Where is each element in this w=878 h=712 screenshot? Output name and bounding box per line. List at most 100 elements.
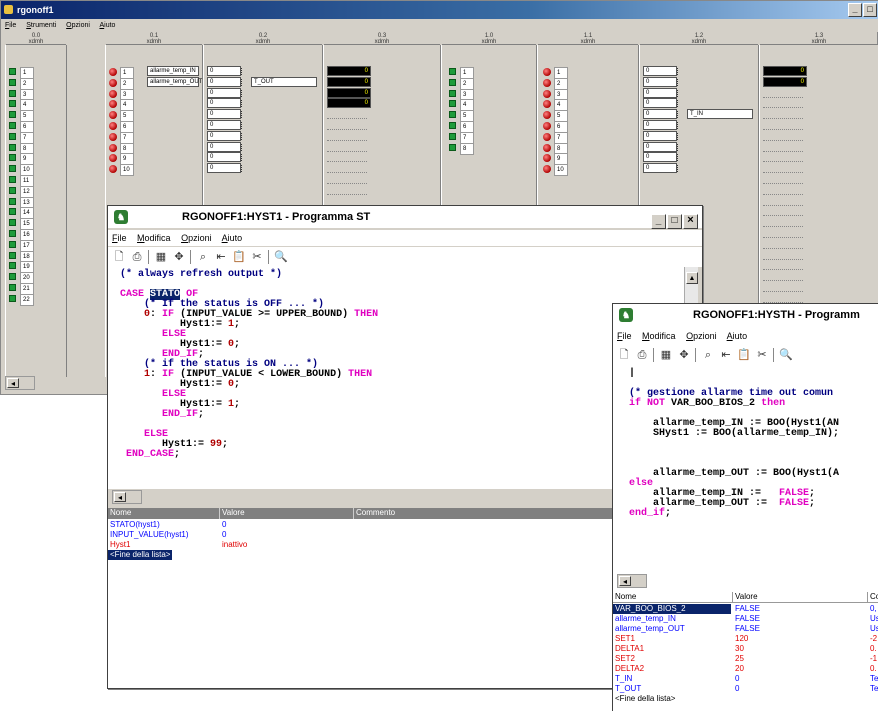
channel-row[interactable]: 5 [543,110,568,123]
channel-row[interactable]: 9 [9,153,34,166]
column-nome[interactable]: Nome [613,592,733,603]
value-field[interactable]: 0 [207,98,242,109]
channel-row[interactable]: 9 [543,153,568,166]
table-row[interactable]: DELTA2 20 0. [613,664,878,674]
channel-row[interactable]: 17 [9,239,34,252]
channel-row[interactable]: 1 [9,67,34,79]
channel-row[interactable]: 8 [109,142,134,155]
compile-icon[interactable]: ▦ [659,348,673,362]
channel-row[interactable]: 5 [9,110,34,123]
print-icon[interactable]: ⎙ [130,250,144,264]
value-field[interactable]: 0 [643,109,678,120]
channel-row[interactable]: 1 [449,67,474,79]
channel-row[interactable]: 8 [9,142,34,155]
scroll-up-icon[interactable]: ▲ [686,272,698,284]
channel-row[interactable]: 1 [109,67,134,79]
scroll-left-icon[interactable]: ◂ [619,576,631,586]
channel-row[interactable]: 1 [543,67,568,79]
main-title-bar[interactable]: rgonoff1 [1,1,878,19]
value-field[interactable]: 0 [643,66,678,76]
channel-row[interactable]: 19 [9,261,34,274]
cut-icon[interactable]: ✂ [755,348,769,362]
maximize-button[interactable]: □ [667,214,682,229]
channel-row[interactable]: 16 [9,229,34,241]
table-row[interactable]: allarme_temp_OUT FALSE Us [613,624,878,634]
analog-label-field[interactable]: T_OUT [251,76,317,87]
indent-icon[interactable]: ⇤ [214,250,228,264]
menu-aiuto[interactable]: Aiuto [727,331,748,341]
value-field[interactable]: 0 [207,163,242,174]
channel-row[interactable]: 15 [9,218,34,231]
channel-row[interactable]: 14 [9,207,34,220]
new-file-icon[interactable]: 🗋 [112,250,126,264]
column-valore[interactable]: Valore [220,508,354,519]
channel-row[interactable]: 2 [9,77,34,90]
channel-row[interactable]: 2 [109,77,134,90]
find-icon[interactable]: ⌕ [701,348,715,362]
paste-icon[interactable]: 📋 [232,250,246,264]
menu-file[interactable]: File [5,22,16,29]
menu-aiuto[interactable]: Aiuto [99,22,115,29]
channel-row[interactable]: 4 [449,99,474,112]
channel-row[interactable]: 10 [543,164,568,177]
minimize-button[interactable]: _ [848,3,862,17]
channel-row[interactable]: 4 [9,99,34,112]
menu-file[interactable]: File [617,331,632,341]
channel-row[interactable]: 4 [543,99,568,112]
channel-row[interactable]: 2 [449,77,474,90]
menu-opzioni[interactable]: Opzioni [181,233,212,243]
table-row[interactable]: SET2 25 -1 [613,654,878,664]
table-row[interactable]: T_OUT 0 Te [613,684,878,694]
paste-icon[interactable]: 📋 [737,348,751,362]
minimize-button[interactable]: _ [651,214,666,229]
channel-row[interactable]: 18 [9,250,34,263]
channel-row[interactable]: 8 [449,142,474,155]
value-field[interactable]: 0 [207,66,242,76]
scroll-left-icon[interactable]: ◂ [7,378,19,388]
value-field[interactable]: 0 [643,76,678,87]
menu-modifica[interactable]: Modifica [642,331,676,341]
menu-modifica[interactable]: Modifica [137,233,171,243]
menu-file[interactable]: File [112,233,127,243]
hysth-code-editor[interactable]: | (* gestione allarme time out comun if … [613,366,878,570]
hyst1-title-bar[interactable]: ♞ RGONOFF1:HYST1 - Programma ST _ □ × [108,206,702,229]
value-field[interactable]: 0 [207,152,242,163]
channel-row[interactable]: 7 [543,131,568,144]
end-of-list-row[interactable]: <Fine della lista> [613,694,878,704]
channel-row[interactable]: 10 [9,164,34,177]
menu-opzioni[interactable]: Opzioni [686,331,717,341]
channel-row[interactable]: 13 [9,196,34,209]
value-field[interactable]: 0 [643,120,678,130]
close-button[interactable]: × [683,214,698,229]
channel-row[interactable]: 2 [543,77,568,90]
channel-row[interactable]: 6 [449,121,474,133]
channel-row[interactable]: 3 [9,88,34,101]
new-file-icon[interactable]: 🗋 [617,348,631,362]
scroll-left-icon[interactable]: ◂ [114,492,126,502]
hyst1-code-editor[interactable]: (* always refresh output *) CASE STATO O… [108,267,684,489]
value-field[interactable]: 0 [207,141,242,152]
main-hscroll[interactable]: ◂ [5,376,35,390]
analog-label-field[interactable]: T_IN [687,109,753,120]
cut-icon[interactable]: ✂ [250,250,264,264]
channel-row[interactable]: 7 [9,131,34,144]
hyst1-hscroll[interactable]: ◂ [112,490,142,504]
channel-row[interactable]: 11 [9,175,34,187]
print-icon[interactable]: ⎙ [635,348,649,362]
table-row[interactable]: VAR_BOO_BIOS_2 FALSE 0, [613,604,878,614]
channel-row[interactable]: 5 [109,110,134,123]
table-row[interactable]: allarme_temp_IN FALSE Us [613,614,878,624]
zoom-icon[interactable]: 🔍 [779,348,793,362]
channel-row[interactable]: 4 [109,99,134,112]
channel-row[interactable]: 3 [449,88,474,101]
maximize-button[interactable]: □ [863,3,877,17]
column-nome[interactable]: Nome [108,508,220,519]
value-field[interactable]: 0 [643,163,678,174]
value-field[interactable]: 0 [643,98,678,109]
channel-row[interactable]: 3 [109,88,134,101]
channel-row[interactable]: 22 [9,293,34,306]
hysth-title-bar[interactable]: ♞ RGONOFF1:HYSTH - Programm [613,304,878,326]
channel-row[interactable]: 7 [109,131,134,144]
channel-row[interactable]: 6 [543,121,568,133]
channel-row[interactable]: 7 [449,131,474,144]
